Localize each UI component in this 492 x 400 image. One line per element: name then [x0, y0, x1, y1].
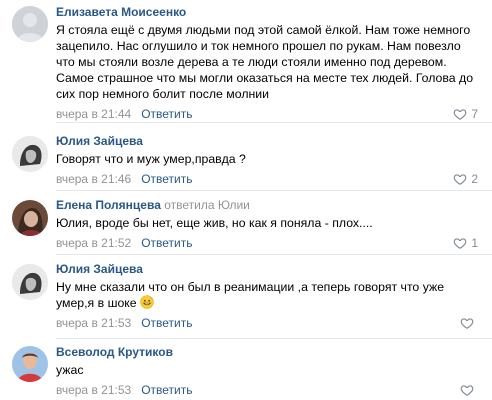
replied-label: ответила — [164, 198, 215, 212]
comment-header: Юлия Зайцева — [56, 261, 478, 278]
avatar-image — [12, 264, 48, 300]
comment-time[interactable]: вчера в 21:53 — [56, 383, 131, 397]
comment-body: Елизавета Моисеенко Я стояла ещё с двумя… — [56, 4, 478, 123]
comment-body: Юлия Зайцева Ну мне сказали что он был в… — [56, 261, 478, 332]
avatar-image — [12, 136, 48, 172]
like-count: 2 — [471, 172, 478, 186]
like-count: 7 — [471, 107, 478, 121]
reply-button[interactable]: Ответить — [141, 107, 192, 121]
heart-icon — [460, 318, 474, 329]
comment-time[interactable]: вчера в 21:46 — [56, 172, 131, 186]
author-name[interactable]: Всеволод Крутиков — [56, 345, 173, 359]
comment-text: Юлия, вроде бы нет, еще жив, но как я по… — [56, 216, 373, 230]
like-count: 1 — [471, 236, 478, 250]
divider — [56, 190, 492, 191]
author-name[interactable]: Елена Полянцева — [56, 198, 161, 212]
reply-button[interactable]: Ответить — [141, 236, 192, 250]
replied-to-link[interactable]: Юлии — [218, 198, 250, 212]
like-button[interactable]: 2 — [453, 170, 478, 188]
avatar-image — [12, 6, 48, 42]
comment-meta: вчера в 21:44 Ответить 7 — [56, 105, 478, 123]
comment-body: Всеволод Крутиков ужас вчера в 21:53 Отве… — [56, 344, 478, 399]
heart-icon — [453, 238, 467, 249]
avatar[interactable] — [12, 264, 48, 300]
comment-header: Елизавета Моисеенко — [56, 4, 478, 21]
comment-time[interactable]: вчера в 21:53 — [56, 316, 131, 330]
comment-header: Юлия Зайцева — [56, 133, 478, 150]
like-button[interactable]: 1 — [453, 234, 478, 252]
comment-time[interactable]: вчера в 21:44 — [56, 107, 131, 121]
comment-text: ужас — [56, 363, 84, 377]
author-name[interactable]: Елизавета Моисеенко — [56, 5, 186, 19]
reply-button[interactable]: Ответить — [141, 383, 192, 397]
grinning-sweat-emoji-icon — [140, 295, 154, 309]
comment-body: Елена Полянцева ответила Юлии Юлия, врод… — [56, 197, 478, 252]
like-button[interactable] — [460, 314, 478, 332]
comment-text: Я стояла ещё с двумя людьми под этой сам… — [56, 23, 474, 101]
comment-body: Юлия Зайцева Говорят что и муж умер,прав… — [56, 133, 478, 188]
heart-icon — [460, 385, 474, 396]
comment-meta: вчера в 21:52 Ответить 1 — [56, 234, 478, 252]
comment-header: Всеволод Крутиков — [56, 344, 478, 361]
avatar-image — [12, 200, 48, 236]
divider — [56, 338, 492, 339]
avatar-image — [12, 346, 48, 382]
comment-text-content: Ну мне сказали что он был в реанимации ,… — [56, 280, 445, 310]
comment-meta: вчера в 21:53 Ответить — [56, 381, 478, 399]
heart-icon — [453, 109, 467, 120]
comment-meta: вчера в 21:53 Ответить — [56, 314, 478, 332]
comment-meta: вчера в 21:46 Ответить 2 — [56, 170, 478, 188]
like-button[interactable] — [460, 381, 478, 399]
divider — [56, 254, 492, 255]
avatar[interactable] — [12, 346, 48, 382]
comment-header: Елена Полянцева ответила Юлии — [56, 197, 478, 214]
comment-text: Ну мне сказали что он был в реанимации ,… — [56, 279, 478, 311]
author-name[interactable]: Юлия Зайцева — [56, 262, 143, 276]
avatar[interactable] — [12, 200, 48, 236]
comment-time[interactable]: вчера в 21:52 — [56, 236, 131, 250]
heart-icon — [453, 174, 467, 185]
like-button[interactable]: 7 — [453, 105, 478, 123]
reply-button[interactable]: Ответить — [141, 172, 192, 186]
avatar[interactable] — [12, 136, 48, 172]
comment-text: Говорят что и муж умер,правда ? — [56, 152, 246, 166]
reply-button[interactable]: Ответить — [141, 316, 192, 330]
author-name[interactable]: Юлия Зайцева — [56, 134, 143, 148]
avatar[interactable] — [12, 6, 48, 42]
divider — [56, 122, 492, 123]
